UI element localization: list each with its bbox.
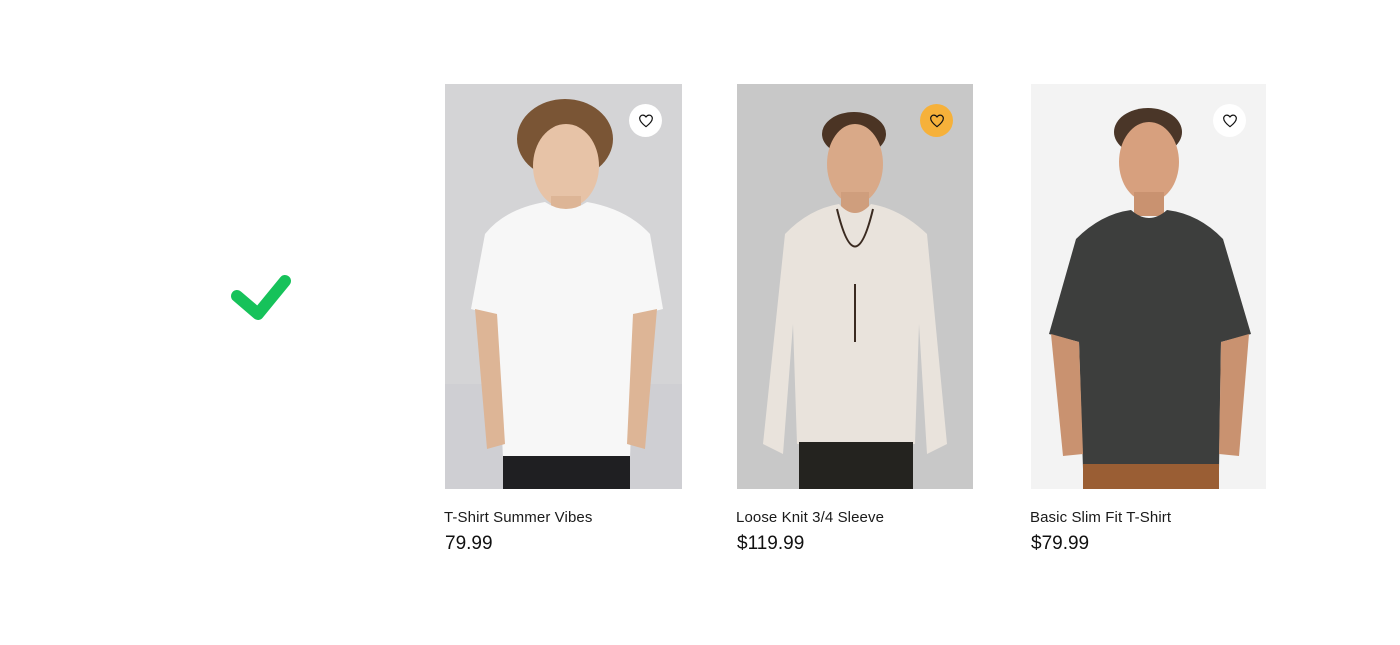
product-price: $79.99 <box>1031 533 1090 554</box>
product-title[interactable]: Loose Knit 3/4 Sleeve <box>736 509 973 526</box>
product-image[interactable] <box>737 84 973 489</box>
heart-icon <box>1222 114 1237 127</box>
product-price: 79.99 <box>445 533 493 554</box>
product-image[interactable] <box>1031 84 1266 489</box>
product-title[interactable]: Basic Slim Fit T-Shirt <box>1030 509 1266 526</box>
product-card[interactable]: Basic Slim Fit T-Shirt $79.99 <box>1030 84 1266 555</box>
heart-icon <box>638 114 653 127</box>
favorite-button[interactable] <box>1213 104 1246 137</box>
favorite-button[interactable] <box>629 104 662 137</box>
product-card[interactable]: Loose Knit 3/4 Sleeve $119.99 <box>736 84 973 555</box>
checkmark-icon <box>231 275 291 320</box>
product-title[interactable]: T-Shirt Summer Vibes <box>444 509 682 526</box>
product-price: $119.99 <box>737 533 805 554</box>
heart-icon <box>929 114 944 127</box>
product-card[interactable]: T-Shirt Summer Vibes 79.99 <box>444 84 682 555</box>
favorite-button[interactable] <box>920 104 953 137</box>
product-image[interactable] <box>445 84 682 489</box>
product-showcase: T-Shirt Summer Vibes 79.99 Loose Knit 3/… <box>0 0 1400 645</box>
